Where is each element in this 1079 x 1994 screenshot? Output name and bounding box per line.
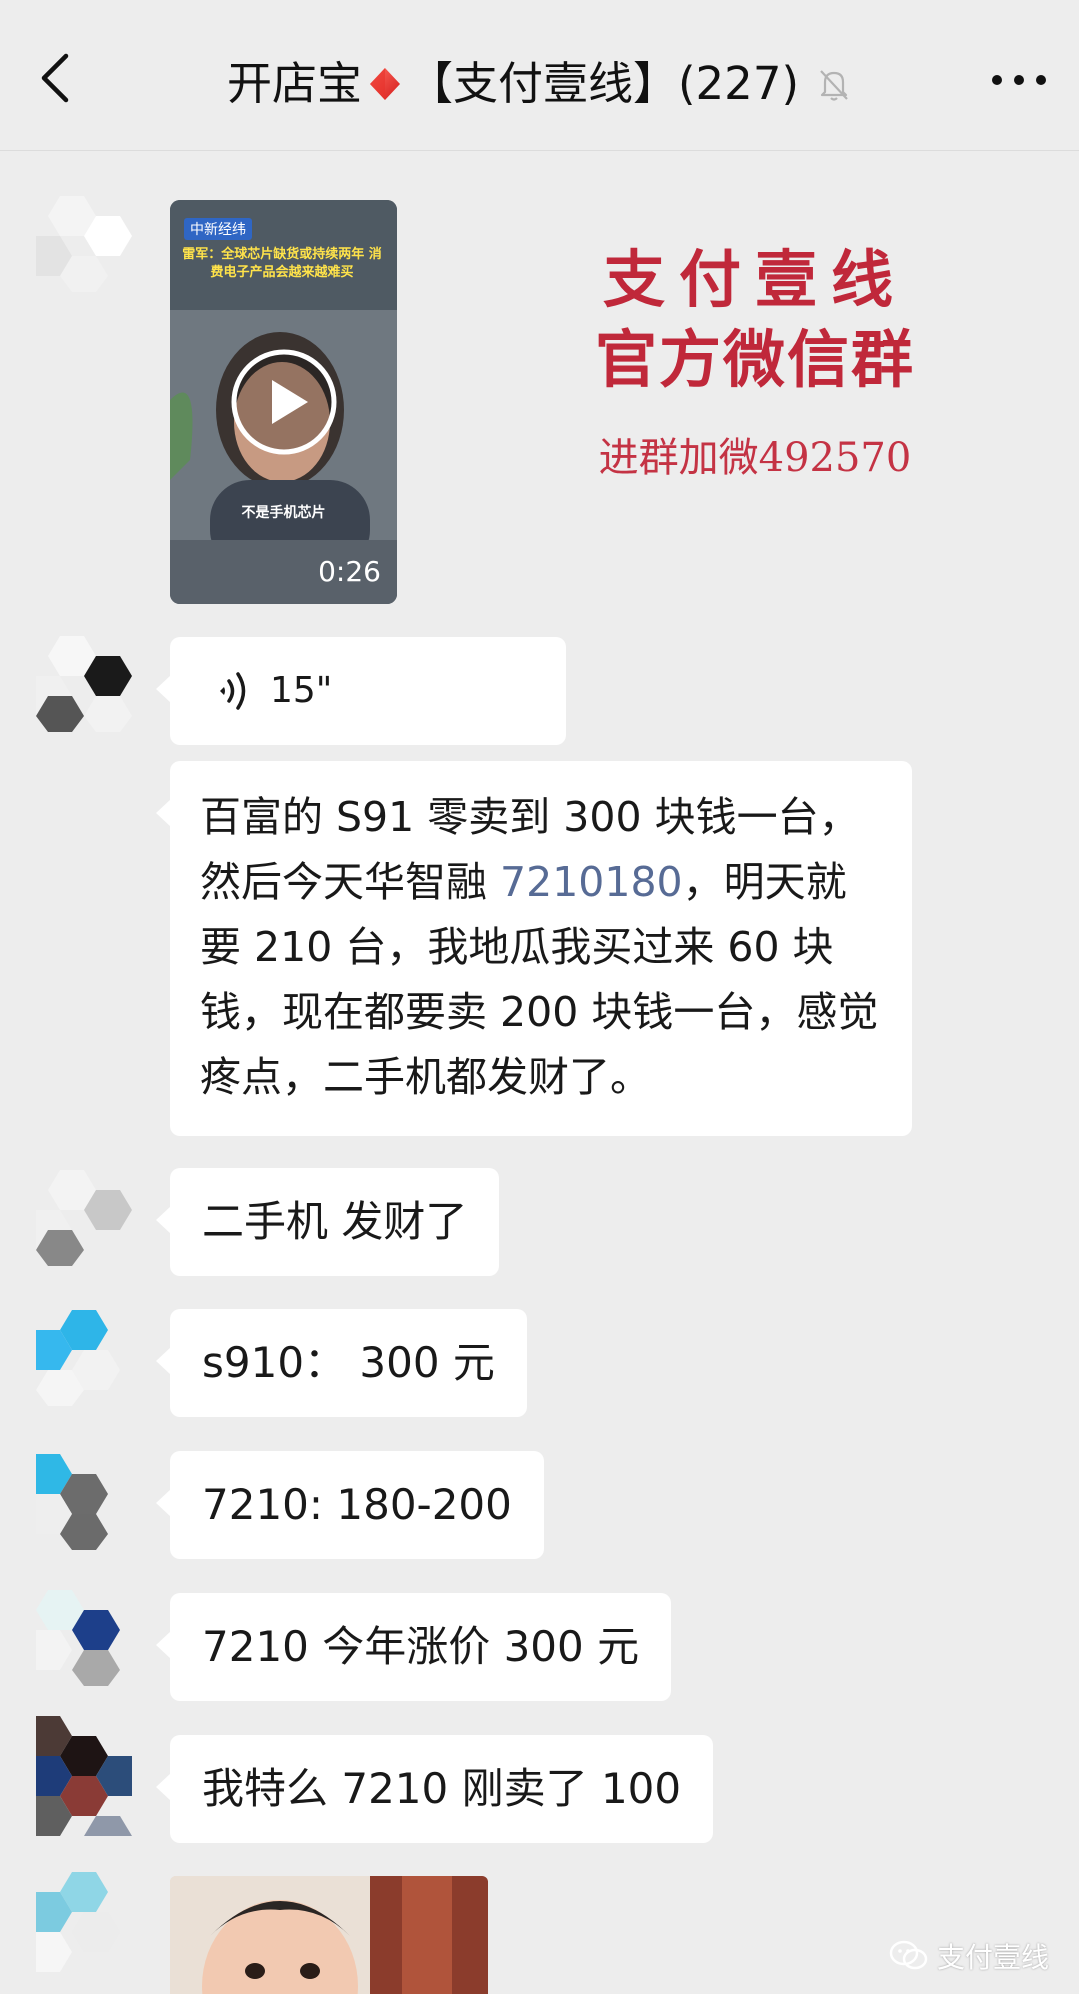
watermark-line3: 进群加微492570 bbox=[598, 435, 912, 481]
watermark-line2: 官方微信群 bbox=[594, 323, 915, 396]
video-caption: 雷军：全球芯片缺货或持续两年 消费电子产品会越来越难买 bbox=[182, 247, 382, 280]
avatar[interactable] bbox=[36, 636, 132, 732]
phone-number-link[interactable]: 7210180 bbox=[500, 858, 683, 906]
red-diamond-icon bbox=[370, 68, 400, 100]
message-text: 二手机 发财了 bbox=[202, 1197, 468, 1246]
video-source-badge: 中新经纬 bbox=[184, 218, 252, 240]
avatar[interactable] bbox=[36, 1310, 132, 1406]
voice-wave-icon bbox=[220, 672, 246, 710]
text-message[interactable]: 百富的 S91 零卖到 300 块钱一台，然后今天华智融 7210180，明天就… bbox=[156, 761, 912, 1136]
message-text: 7210 今年涨价 300 元 bbox=[202, 1622, 640, 1671]
more-dots-icon bbox=[992, 75, 1046, 85]
more-button[interactable] bbox=[987, 56, 1051, 104]
chat-header: 开店宝 【支付壹线】(227) bbox=[0, 0, 1079, 151]
chevron-left-icon bbox=[41, 53, 69, 103]
image-message[interactable] bbox=[170, 1876, 488, 1994]
account-name: 支付壹线 bbox=[936, 1941, 1049, 1974]
watermark-line1: 支付壹线 bbox=[602, 243, 907, 316]
video-duration: 0:26 bbox=[318, 555, 381, 588]
wechat-icon bbox=[889, 1940, 928, 1970]
video-subtitle: 不是手机芯片 bbox=[241, 505, 326, 521]
bell-off-icon bbox=[820, 70, 848, 101]
text-message[interactable]: 我特么 7210 刚卖了 100 bbox=[155, 1735, 714, 1843]
account-watermark: 支付壹线 bbox=[889, 1936, 1049, 1976]
text-message[interactable]: 二手机 发财了 bbox=[155, 1168, 500, 1276]
message-text: 我特么 7210 刚卖了 100 bbox=[202, 1764, 682, 1813]
text-message[interactable]: 7210: 180-200 bbox=[156, 1451, 544, 1559]
avatar[interactable] bbox=[36, 1872, 132, 1994]
avatar[interactable] bbox=[36, 1454, 132, 1550]
play-icon[interactable] bbox=[230, 348, 338, 456]
chat-screen: 开店宝 【支付壹线】(227) 中新经纬 雷军：全球芯片缺货或持续两年 消费电子… bbox=[0, 0, 1079, 1994]
voice-duration: 15" bbox=[270, 670, 333, 711]
text-message[interactable]: s910： 300 元 bbox=[156, 1309, 527, 1417]
video-message[interactable]: 中新经纬 雷军：全球芯片缺货或持续两年 消费电子产品会越来越难买 不是手机芯片 … bbox=[170, 200, 397, 604]
avatar[interactable] bbox=[36, 1590, 132, 1686]
avatar[interactable] bbox=[36, 1170, 132, 1266]
group-watermark: 支付壹线 官方微信群 进群加微492570 bbox=[585, 240, 925, 488]
message-text: 7210: 180-200 bbox=[202, 1480, 512, 1529]
message-text: s910： 300 元 bbox=[202, 1338, 495, 1387]
chat-title-prefix: 开店宝 bbox=[226, 57, 362, 110]
voice-message[interactable]: 15" bbox=[156, 637, 566, 745]
chat-title-group: 【支付壹线】(227) bbox=[408, 57, 800, 110]
chat-title: 开店宝 【支付壹线】(227) bbox=[140, 52, 940, 116]
avatar[interactable] bbox=[36, 1716, 132, 1836]
text-message[interactable]: 7210 今年涨价 300 元 bbox=[155, 1593, 672, 1701]
avatar[interactable] bbox=[36, 196, 132, 292]
back-button[interactable] bbox=[28, 50, 84, 106]
